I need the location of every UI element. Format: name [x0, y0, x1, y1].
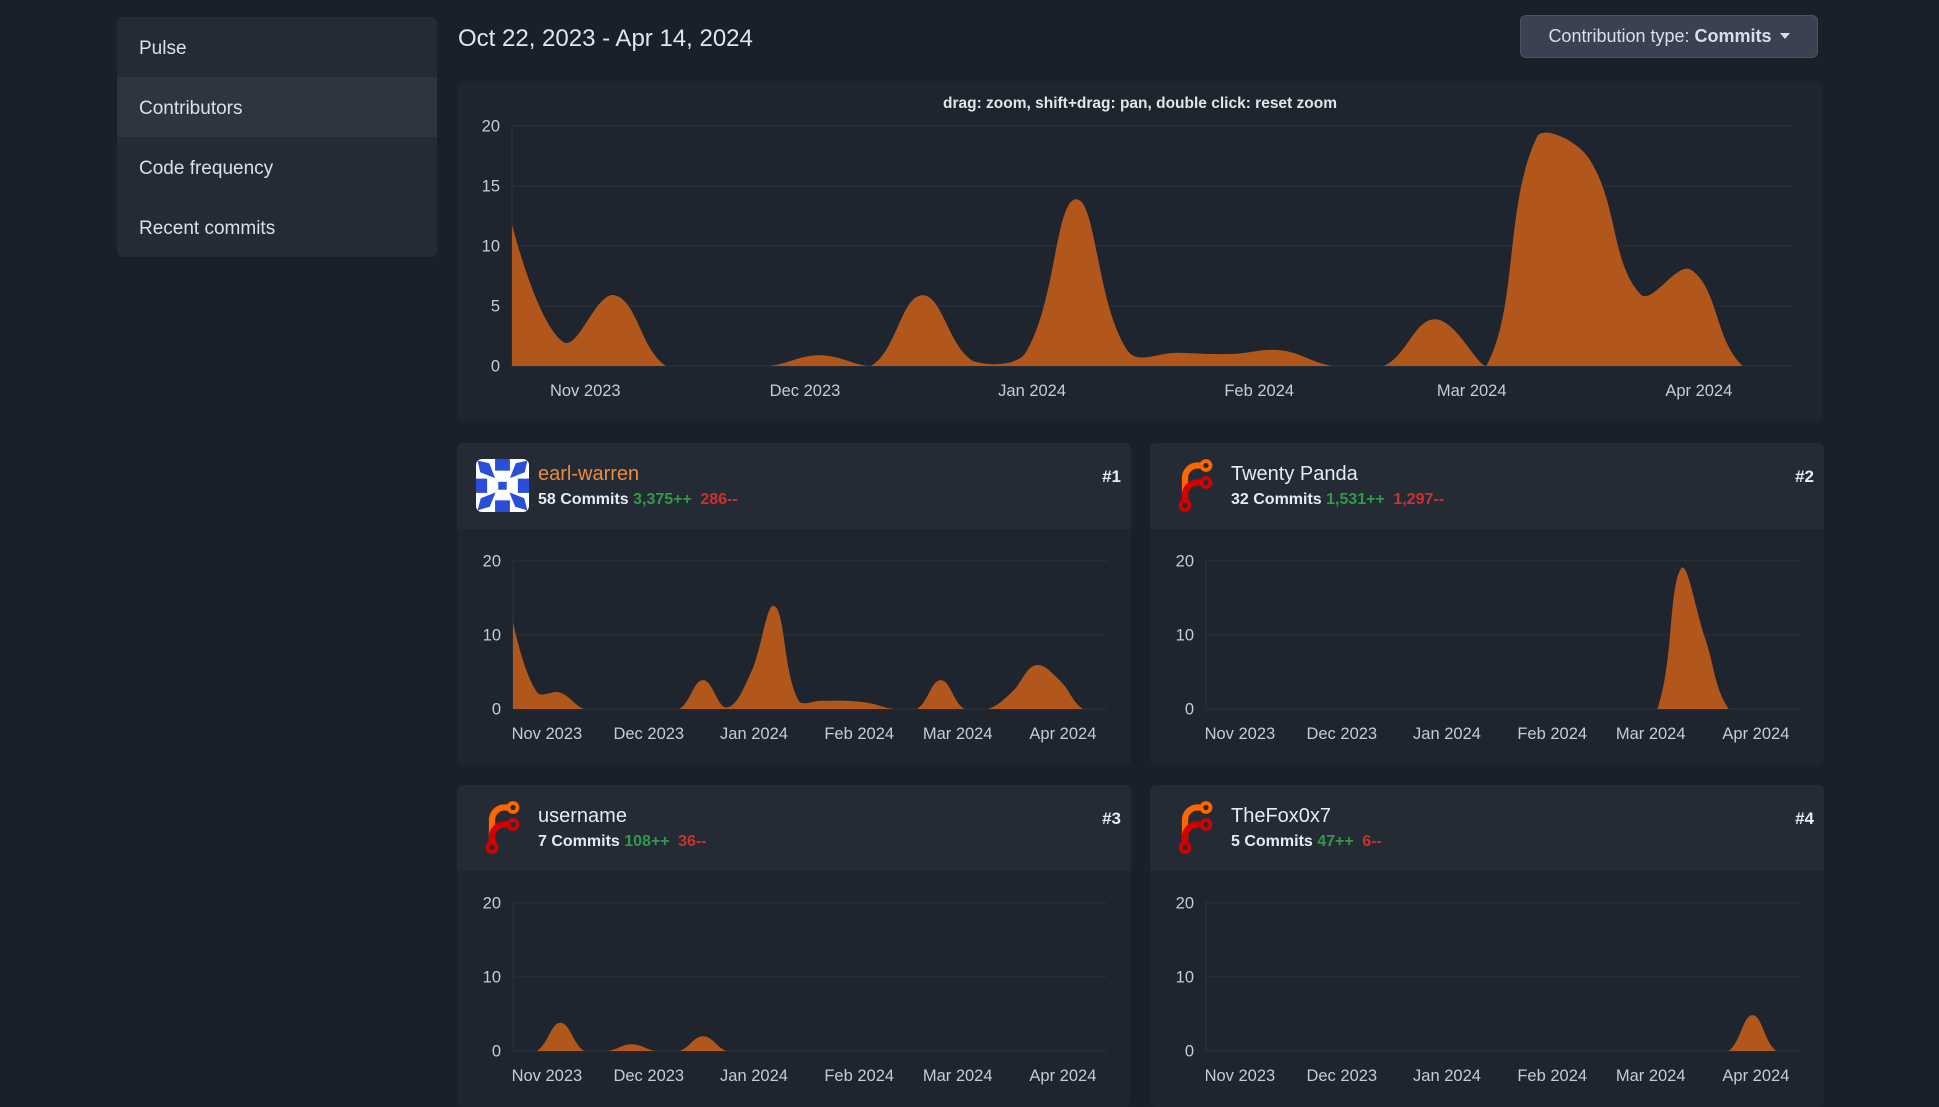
svg-text:Jan 2024: Jan 2024	[1413, 725, 1481, 743]
svg-text:Dec 2023: Dec 2023	[1306, 725, 1377, 743]
svg-text:Dec 2023: Dec 2023	[1306, 1067, 1377, 1085]
svg-text:Feb 2024: Feb 2024	[1517, 1067, 1587, 1085]
svg-text:0: 0	[1185, 701, 1194, 719]
svg-text:Feb 2024: Feb 2024	[1517, 725, 1587, 743]
svg-text:20: 20	[1176, 552, 1194, 570]
svg-text:Feb 2024: Feb 2024	[1224, 382, 1294, 400]
svg-text:10: 10	[482, 238, 500, 256]
svg-text:Feb 2024: Feb 2024	[824, 1067, 894, 1085]
svg-text:Dec 2023: Dec 2023	[613, 725, 684, 743]
svg-text:5: 5	[491, 298, 500, 316]
svg-text:10: 10	[483, 626, 501, 644]
svg-text:Apr 2024: Apr 2024	[1722, 725, 1789, 743]
svg-text:20: 20	[483, 894, 501, 912]
svg-text:Apr 2024: Apr 2024	[1029, 725, 1096, 743]
svg-text:Nov 2023: Nov 2023	[512, 1067, 583, 1085]
svg-text:Feb 2024: Feb 2024	[824, 725, 894, 743]
svg-text:Jan 2024: Jan 2024	[720, 725, 788, 743]
svg-text:Nov 2023: Nov 2023	[550, 382, 621, 400]
svg-text:0: 0	[492, 1043, 501, 1061]
svg-text:20: 20	[483, 552, 501, 570]
svg-text:Dec 2023: Dec 2023	[770, 382, 841, 400]
svg-text:20: 20	[482, 118, 500, 136]
svg-text:10: 10	[1176, 968, 1194, 986]
svg-text:drag: zoom, shift+drag: pan, d: drag: zoom, shift+drag: pan, double clic…	[943, 95, 1337, 112]
svg-text:Dec 2023: Dec 2023	[613, 1067, 684, 1085]
svg-text:Jan 2024: Jan 2024	[1413, 1067, 1481, 1085]
svg-text:10: 10	[1176, 626, 1194, 644]
svg-text:Mar 2024: Mar 2024	[1616, 1067, 1686, 1085]
svg-text:Mar 2024: Mar 2024	[923, 725, 993, 743]
svg-text:0: 0	[1185, 1043, 1194, 1061]
svg-text:Jan 2024: Jan 2024	[998, 382, 1066, 400]
svg-text:Jan 2024: Jan 2024	[720, 1067, 788, 1085]
svg-text:Mar 2024: Mar 2024	[923, 1067, 993, 1085]
svg-text:0: 0	[492, 701, 501, 719]
svg-text:Nov 2023: Nov 2023	[512, 725, 583, 743]
svg-text:Nov 2023: Nov 2023	[1205, 725, 1276, 743]
svg-text:Apr 2024: Apr 2024	[1722, 1067, 1789, 1085]
svg-text:Nov 2023: Nov 2023	[1205, 1067, 1276, 1085]
svg-text:Apr 2024: Apr 2024	[1029, 1067, 1096, 1085]
svg-text:Mar 2024: Mar 2024	[1437, 382, 1507, 400]
svg-text:10: 10	[483, 968, 501, 986]
svg-text:Apr 2024: Apr 2024	[1665, 382, 1732, 400]
svg-text:Mar 2024: Mar 2024	[1616, 725, 1686, 743]
svg-text:15: 15	[482, 178, 500, 196]
svg-text:0: 0	[491, 358, 500, 376]
svg-text:20: 20	[1176, 894, 1194, 912]
